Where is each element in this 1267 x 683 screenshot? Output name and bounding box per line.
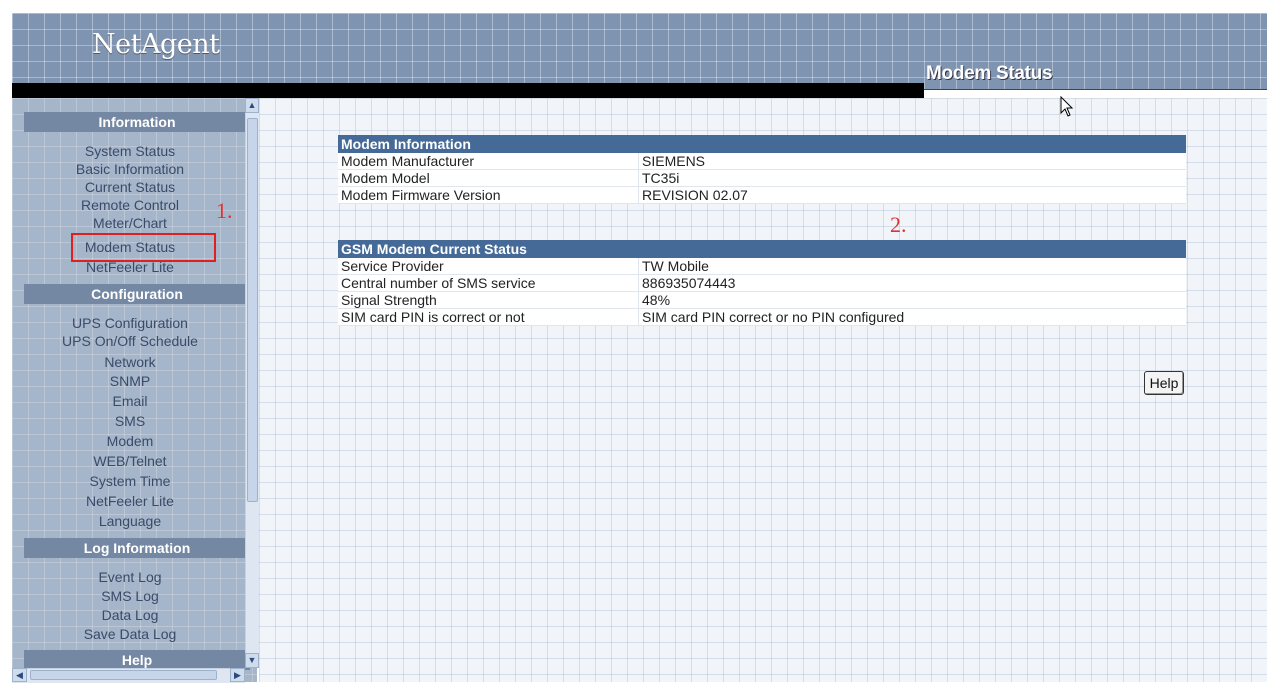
table-row: Modem Firmware Version REVISION 02.07 [338,186,1186,204]
scroll-up-arrow-icon[interactable]: ▲ [245,98,259,113]
nav-item-event-log[interactable]: Event Log [12,568,248,586]
scroll-down-arrow-icon[interactable]: ▼ [245,653,259,668]
active-item-highlight [71,233,216,262]
sidebar-hscroll-thumb[interactable] [30,670,217,680]
gsm-status-heading: GSM Modem Current Status [338,240,1186,258]
nav-section-log-information[interactable]: Log Information [24,538,250,558]
row-value: 48% [638,291,1186,309]
nav-section-configuration[interactable]: Configuration [24,284,250,304]
scroll-right-arrow-icon[interactable]: ▶ [230,668,245,682]
sidebar-nav: Information System Status Basic Informat… [12,98,257,682]
nav-item-language[interactable]: Language [12,512,248,530]
nav-item-ups-configuration[interactable]: UPS Configuration [12,314,248,332]
table-row: Service Provider TW Mobile [338,258,1186,275]
nav-section-information[interactable]: Information [24,112,250,132]
nav-item-ups-schedule[interactable]: UPS On/Off Schedule [12,332,248,350]
row-value: 886935074443 [638,274,1186,292]
row-value: TW Mobile [638,258,1186,275]
page-title: Modem Status [926,63,1053,84]
row-label: Modem Firmware Version [338,186,639,204]
annotation-step-1: 1. [216,198,233,223]
table-row: SIM card PIN is correct or not SIM card … [338,308,1186,326]
row-value: SIEMENS [638,153,1186,170]
nav-item-email[interactable]: Email [12,392,248,410]
row-value: SIM card PIN correct or no PIN configure… [638,308,1186,326]
nav-item-basic-information[interactable]: Basic Information [12,160,248,178]
nav-item-network[interactable]: Network [12,353,248,371]
nav-item-sms[interactable]: SMS [12,412,248,430]
modem-information-heading: Modem Information [338,135,1186,153]
header-divider [12,83,924,98]
modem-information-table: Modem Information Modem Manufacturer SIE… [338,135,1186,204]
nav-item-modem[interactable]: Modem [12,432,248,450]
nav-item-web-telnet[interactable]: WEB/Telnet [12,452,248,470]
nav-item-system-time[interactable]: System Time [12,472,248,490]
row-label: Central number of SMS service [338,274,639,292]
nav-item-snmp[interactable]: SNMP [12,372,248,390]
nav-item-netfeeler-lite-config[interactable]: NetFeeler Lite [12,492,248,510]
row-value: REVISION 02.07 [638,186,1186,204]
nav-item-system-status[interactable]: System Status [12,142,248,160]
row-label: Modem Model [338,169,639,187]
table-row: Modem Manufacturer SIEMENS [338,153,1186,170]
row-value: TC35i [638,169,1186,187]
header-rule [924,89,1267,90]
nav-item-save-data-log[interactable]: Save Data Log [12,625,248,643]
app-window: NetAgent Modem Status Information System… [0,0,1267,683]
nav-item-remote-control[interactable]: Remote Control [12,196,248,214]
gsm-status-table: GSM Modem Current Status Service Provide… [338,240,1186,326]
mouse-pointer-icon [1060,96,1074,117]
table-row: Central number of SMS service 8869350744… [338,274,1186,292]
nav-item-meter-chart[interactable]: Meter/Chart [12,214,248,232]
nav-item-sms-log[interactable]: SMS Log [12,587,248,605]
sidebar-scroll-thumb[interactable] [247,118,258,502]
table-row: Modem Model TC35i [338,169,1186,187]
row-label: Modem Manufacturer [338,153,639,170]
row-label: SIM card PIN is correct or not [338,308,639,326]
nav-section-help[interactable]: Help [24,650,250,670]
scroll-left-arrow-icon[interactable]: ◀ [12,668,27,682]
row-label: Signal Strength [338,291,639,309]
row-label: Service Provider [338,258,639,275]
header-banner: NetAgent [12,13,1267,89]
table-row: Signal Strength 48% [338,291,1186,309]
annotation-step-2: 2. [890,212,907,237]
nav-item-current-status[interactable]: Current Status [12,178,248,196]
nav-item-data-log[interactable]: Data Log [12,606,248,624]
help-button[interactable]: Help [1144,371,1184,395]
netagent-logo: NetAgent [92,29,220,60]
